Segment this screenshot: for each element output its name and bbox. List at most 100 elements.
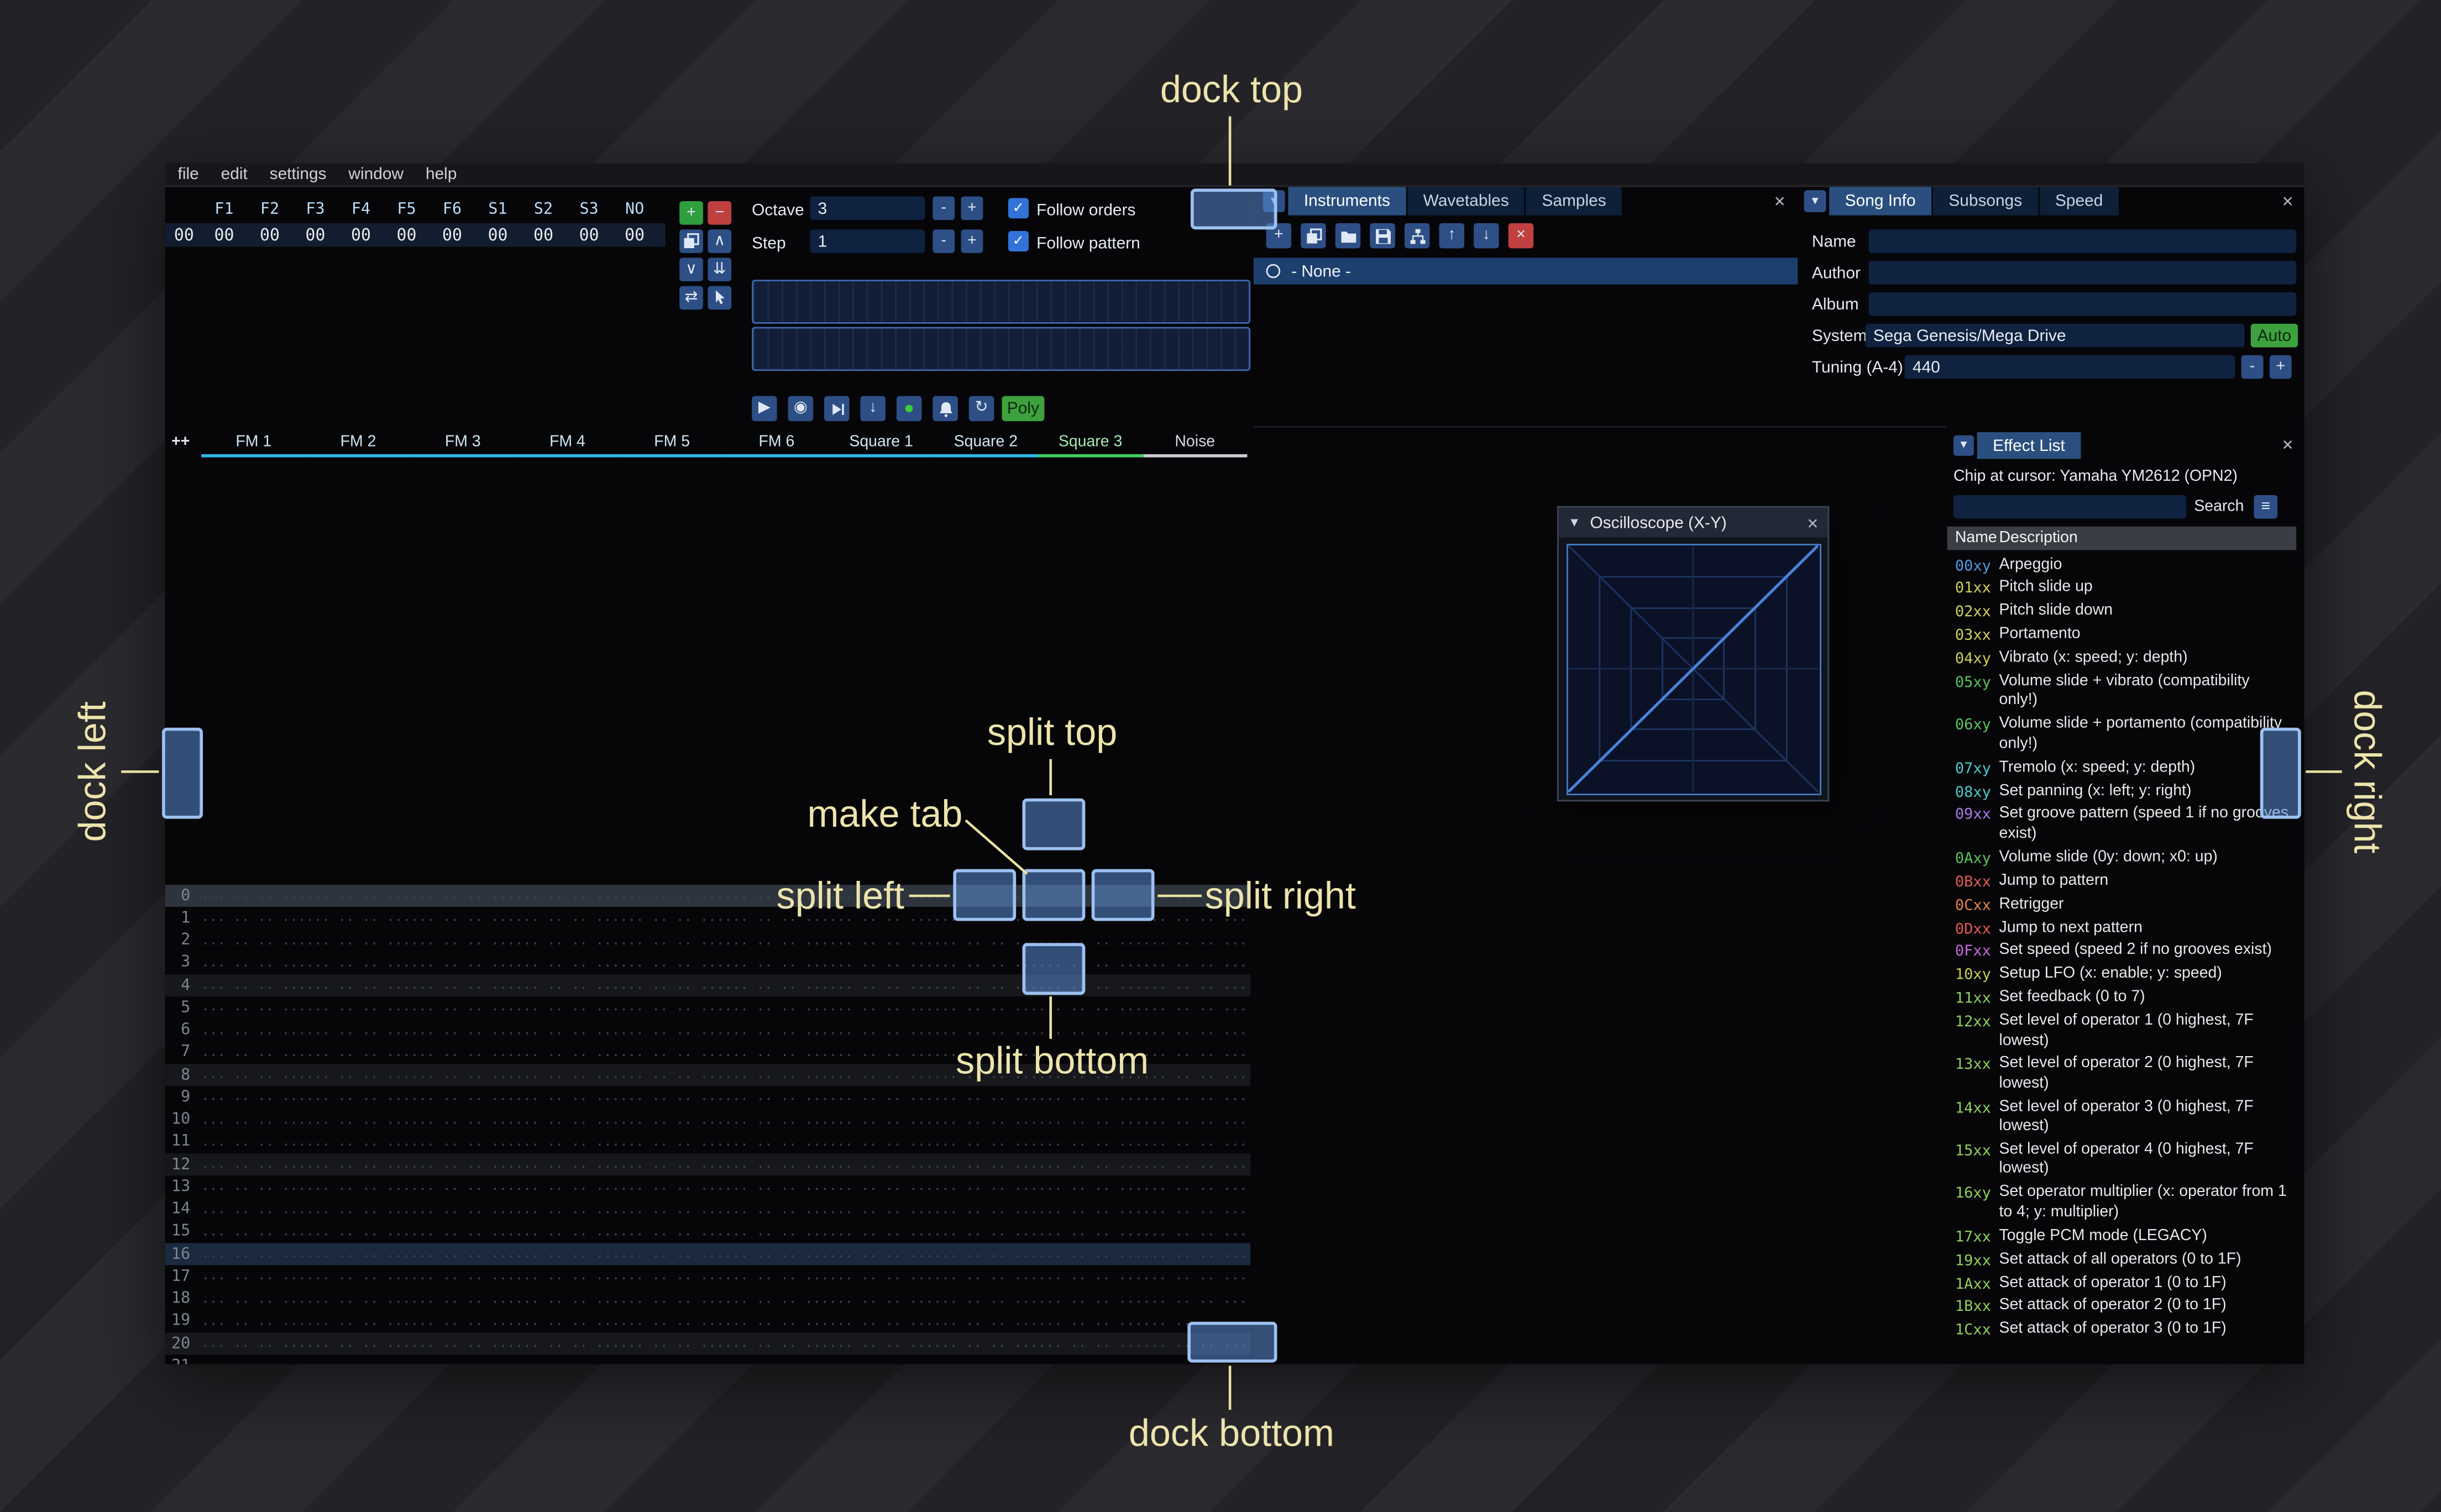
pattern-cell[interactable]: ... .. .. ... [620, 1358, 724, 1364]
pattern-cell[interactable]: ... .. .. ... [1143, 1090, 1247, 1105]
pattern-cell[interactable]: ... .. .. ... [620, 1336, 724, 1352]
pattern-cell[interactable]: ... .. .. ... [306, 1090, 410, 1105]
pattern-cell[interactable]: ... .. .. ... [201, 1179, 306, 1195]
pattern-cell[interactable]: ... .. .. ... [306, 1269, 410, 1284]
piano-keyboard-lower[interactable] [752, 327, 1251, 371]
pattern-cell[interactable]: ... .. .. ... [724, 1292, 829, 1307]
channel-header-square-1[interactable]: Square 1 [829, 434, 934, 458]
pattern-cell[interactable]: ... .. .. ... [829, 1090, 934, 1105]
tuning-decrease-button[interactable]: - [2241, 355, 2264, 379]
tab-wavetables[interactable]: Wavetables [1407, 187, 1525, 216]
pattern-cell[interactable]: ... .. .. ... [829, 1135, 934, 1150]
pattern-cell[interactable]: ... .. .. ... [1143, 1224, 1247, 1240]
pattern-cell[interactable]: ... .. .. ... [515, 1067, 620, 1083]
orders-cell[interactable]: 00 [566, 227, 612, 245]
pattern-cell[interactable]: ... .. .. ... [306, 1179, 410, 1195]
pattern-cell[interactable]: ... .. .. ... [934, 1336, 1038, 1352]
pattern-cell[interactable]: ... .. .. ... [620, 933, 724, 948]
pattern-cell[interactable]: ... .. .. ... [411, 1112, 515, 1127]
octave-increase-button[interactable]: + [961, 196, 983, 221]
pattern-cell[interactable]: ... .. .. ... [724, 1135, 829, 1150]
pattern-cell[interactable]: ... .. .. ... [1038, 1292, 1143, 1307]
pattern-cell[interactable]: ... .. .. ... [201, 1314, 306, 1329]
pattern-cell[interactable]: ... .. .. ... [411, 1314, 515, 1329]
pattern-cell[interactable]: ... .. .. ... [1143, 1000, 1247, 1016]
pattern-cell[interactable]: ... .. .. ... [515, 1224, 620, 1240]
orders-cell[interactable]: 00 [292, 227, 338, 245]
pattern-cell[interactable]: ... .. .. ... [1038, 1179, 1143, 1195]
pattern-cell[interactable]: ... .. .. ... [620, 1067, 724, 1083]
split-target-right[interactable] [1091, 869, 1155, 921]
pattern-cell[interactable]: ... .. .. ... [1143, 1179, 1247, 1195]
pattern-cell[interactable]: ... .. .. ... [201, 933, 306, 948]
pattern-cell[interactable]: ... .. .. ... [724, 978, 829, 993]
effect-row[interactable]: 04xy Vibrato (x: speed; y: depth) [1947, 647, 2304, 670]
pattern-cell[interactable]: ... .. .. ... [201, 956, 306, 971]
pattern-cell[interactable]: ... .. .. ... [411, 911, 515, 926]
effect-row[interactable]: 01xx Pitch slide up [1947, 576, 2304, 600]
pattern-cell[interactable]: ... .. .. ... [620, 1179, 724, 1195]
song-info-close-button[interactable]: × [2282, 192, 2293, 211]
instruments-close-button[interactable]: × [1774, 192, 1785, 211]
pattern-cell[interactable]: ... .. .. ... [201, 1247, 306, 1262]
pattern-cell[interactable]: ... .. .. ... [620, 1157, 724, 1172]
pattern-cell[interactable]: ... .. .. ... [1038, 1022, 1143, 1038]
split-target-left[interactable] [953, 869, 1017, 921]
effect-row[interactable]: 00xy Arpeggio [1947, 553, 2304, 576]
pattern-cell[interactable]: ... .. .. ... [201, 1090, 306, 1105]
pattern-cell[interactable]: ... .. .. ... [829, 1314, 934, 1329]
pattern-cell[interactable]: ... .. .. ... [829, 1179, 934, 1195]
field-input-name[interactable] [1868, 229, 2297, 253]
pattern-cell[interactable]: ... .. .. ... [829, 956, 934, 971]
pattern-cell[interactable]: ... .. .. ... [515, 1269, 620, 1284]
effect-row[interactable]: 12xx Set level of operator 1 (0 highest, … [1947, 1010, 2304, 1053]
pattern-cell[interactable]: ... .. .. ... [515, 1336, 620, 1352]
collapse-icon[interactable]: ▼ [1568, 516, 1581, 530]
play-from-cursor-button[interactable] [824, 396, 850, 422]
pattern-cell[interactable]: ... .. .. ... [1038, 1247, 1143, 1262]
pattern-cell[interactable]: ... .. .. ... [515, 933, 620, 948]
pattern-cell[interactable]: ... .. .. ... [1143, 1157, 1247, 1172]
tab-song-info[interactable]: Song Info [1829, 187, 1932, 216]
pattern-cell[interactable]: ... .. .. ... [201, 1045, 306, 1060]
play-button[interactable]: ▶ [752, 396, 777, 422]
split-target-bottom[interactable] [1022, 943, 1086, 995]
orders-cell[interactable]: 00 [201, 227, 247, 245]
menu-window[interactable]: window [348, 165, 404, 184]
pattern-cell[interactable]: ... .. .. ... [620, 1202, 724, 1217]
metronome-button[interactable] [933, 396, 958, 422]
effect-row[interactable]: 0Fxx Set speed (speed 2 if no grooves exi… [1947, 939, 2304, 963]
pattern-cell[interactable]: ... .. .. ... [620, 1247, 724, 1262]
repeat-pattern-button[interactable]: ↻ [968, 396, 994, 422]
pattern-cell[interactable]: ... .. .. ... [515, 1292, 620, 1307]
pattern-cell[interactable]: ... .. .. ... [411, 1336, 515, 1352]
step-increase-button[interactable]: + [961, 229, 983, 253]
pattern-cell[interactable]: ... .. .. ... [829, 1336, 934, 1352]
channel-header-square-2[interactable]: Square 2 [933, 434, 1038, 458]
pattern-cell[interactable]: ... .. .. ... [620, 1090, 724, 1105]
dock-menu-icon[interactable]: ▼ [1804, 190, 1826, 212]
pattern-cell[interactable]: ... .. .. ... [620, 1000, 724, 1016]
pattern-cell[interactable]: ... .. .. ... [306, 1202, 410, 1217]
pattern-cell[interactable]: ... .. .. ... [411, 933, 515, 948]
pattern-cell[interactable]: ... .. .. ... [829, 978, 934, 993]
effect-row[interactable]: 16xy Set operator multiplier (x: operator… [1947, 1182, 2304, 1225]
effect-row[interactable]: 07xy Tremolo (x: speed; y: depth) [1947, 756, 2304, 779]
dock-target-right[interactable] [2260, 727, 2301, 819]
pattern-cell[interactable]: ... .. .. ... [1143, 1202, 1247, 1217]
pattern-cell[interactable]: ... .. .. ... [724, 1202, 829, 1217]
pattern-cell[interactable]: ... .. .. ... [724, 1179, 829, 1195]
instrument-folders-button[interactable] [1404, 223, 1430, 249]
pattern-cell[interactable]: ... .. .. ... [829, 1224, 934, 1240]
pattern-cell[interactable]: ... .. .. ... [620, 1269, 724, 1284]
pattern-cell[interactable]: ... .. .. ... [306, 1314, 410, 1329]
pattern-cell[interactable]: ... .. .. ... [620, 956, 724, 971]
pattern-cell[interactable]: ... .. .. ... [724, 1090, 829, 1105]
pattern-cell[interactable]: ... .. .. ... [515, 1358, 620, 1364]
tab-samples[interactable]: Samples [1526, 187, 1622, 216]
channel-header-square-3[interactable]: Square 3 [1038, 434, 1143, 458]
pattern-cell[interactable]: ... .. .. ... [1038, 1269, 1143, 1284]
instrument-list-item[interactable]: - None - [1253, 258, 1798, 285]
pattern-cell[interactable]: ... .. .. ... [724, 1022, 829, 1038]
pattern-cell[interactable]: ... .. .. ... [306, 1247, 410, 1262]
